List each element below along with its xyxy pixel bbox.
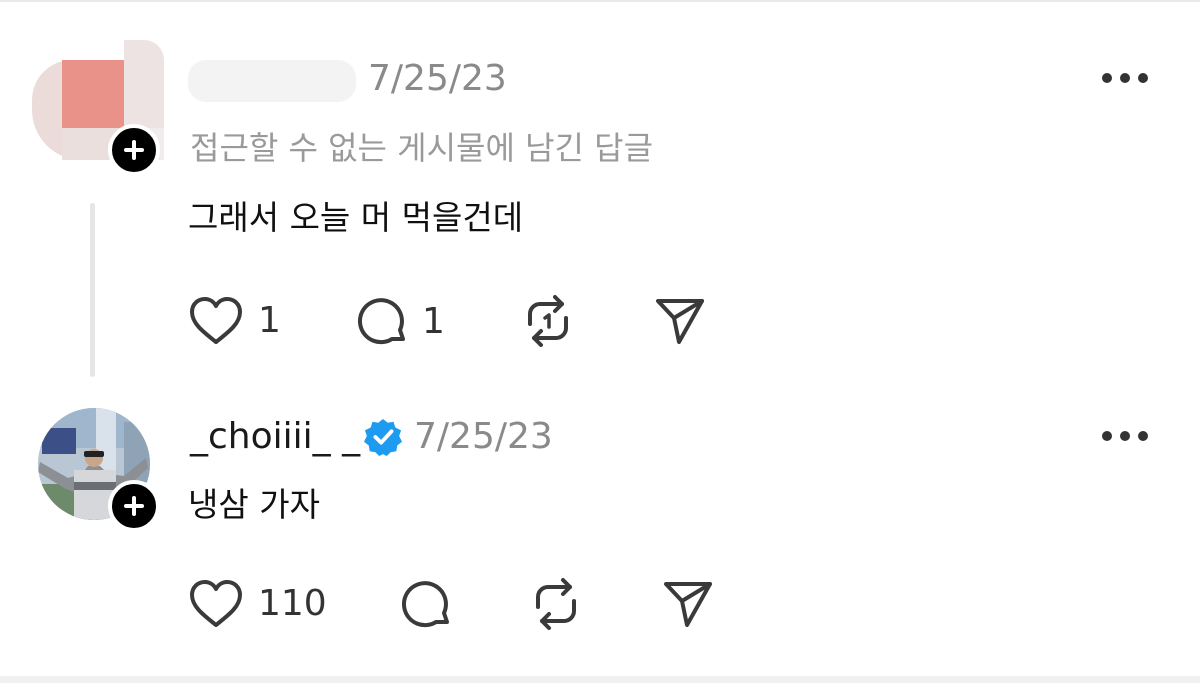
- follow-plus-button[interactable]: [108, 480, 160, 532]
- like-count: 110: [258, 583, 327, 624]
- heart-icon: [190, 297, 242, 344]
- like-button[interactable]: 110: [188, 579, 327, 629]
- share-icon: [664, 582, 712, 627]
- like-count: 1: [258, 300, 281, 341]
- repost-button[interactable]: [530, 577, 582, 631]
- comment-button[interactable]: 1: [356, 296, 445, 348]
- verified-icon: [364, 418, 402, 456]
- timestamp: 7/25/23: [368, 58, 507, 99]
- username-redacted[interactable]: [188, 60, 356, 102]
- comment-button[interactable]: [400, 579, 466, 631]
- thread-line: [90, 203, 95, 377]
- bottom-divider: [0, 676, 1200, 683]
- more-icon[interactable]: [1101, 72, 1149, 84]
- comment-count: 1: [422, 301, 445, 342]
- reply-text: 냉삼 가자: [188, 485, 320, 524]
- share-icon: [656, 299, 704, 344]
- more-icon[interactable]: [1101, 430, 1149, 442]
- repost-icon: [528, 295, 568, 347]
- follow-plus-button[interactable]: [108, 124, 160, 176]
- reply-text: 그래서 오늘 머 먹을건데: [188, 198, 524, 237]
- top-divider: [0, 0, 1200, 2]
- comment-icon: [357, 298, 405, 345]
- timestamp: 7/25/23: [414, 416, 553, 457]
- repost-button[interactable]: [522, 294, 574, 348]
- share-button[interactable]: [662, 579, 714, 629]
- repost-icon: [536, 578, 576, 630]
- reply-context-label[interactable]: 접근할 수 없는 게시물에 남긴 답글: [190, 128, 653, 168]
- share-button[interactable]: [654, 296, 706, 346]
- username[interactable]: _choiiii_ _: [190, 416, 360, 458]
- comment-icon: [401, 581, 449, 628]
- heart-icon: [190, 580, 242, 627]
- like-button[interactable]: 1: [188, 296, 281, 346]
